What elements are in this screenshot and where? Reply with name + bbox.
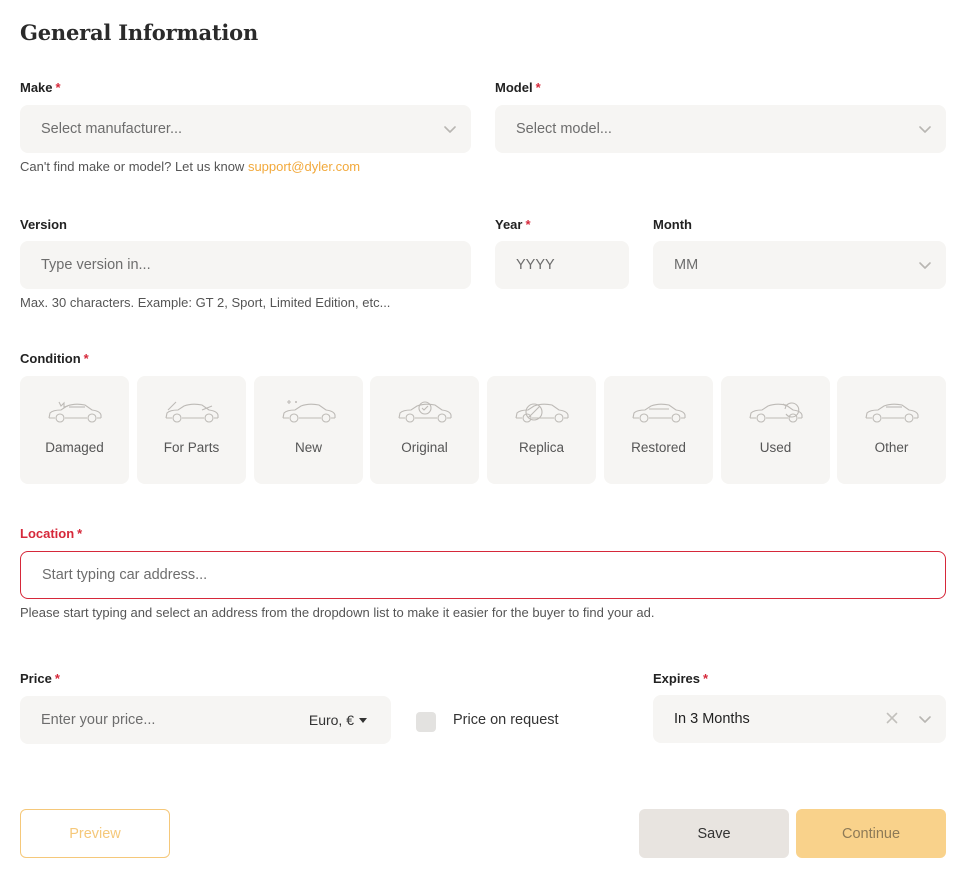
condition-option-label: Restored — [631, 440, 686, 455]
version-placeholder: Type version in... — [41, 257, 151, 273]
year-label: Year * — [495, 217, 531, 232]
condition-option-label: New — [294, 440, 322, 455]
expires-label: Expires * — [653, 671, 709, 686]
chevron-down-icon — [444, 126, 456, 133]
version-label: Version — [20, 217, 67, 232]
condition-option-new[interactable]: New — [254, 376, 363, 484]
car-for-parts-icon — [164, 401, 219, 423]
condition-option-restored[interactable]: Restored — [604, 376, 713, 484]
month-label: Month — [653, 217, 692, 232]
page-title: General Information — [20, 20, 259, 45]
location-label: Location * — [20, 526, 83, 541]
location-input[interactable]: Start typing car address... — [20, 551, 946, 599]
continue-button[interactable]: Continue — [796, 809, 946, 858]
save-button[interactable]: Save — [639, 809, 789, 858]
expires-value: In 3 Months — [674, 711, 750, 727]
model-label: Model * — [495, 80, 541, 95]
currency-select[interactable]: Euro, € — [309, 712, 367, 728]
condition-option-original[interactable]: Original — [370, 376, 479, 484]
car-replica-icon — [514, 403, 569, 423]
make-label: Make * — [20, 80, 61, 95]
make-placeholder: Select manufacturer... — [41, 121, 183, 137]
year-input[interactable]: YYYY — [495, 241, 629, 289]
car-new-icon — [281, 400, 336, 423]
model-placeholder: Select model... — [516, 121, 612, 137]
condition-option-label: Original — [401, 440, 448, 455]
month-select[interactable]: MM — [653, 241, 946, 289]
currency-value: Euro, € — [308, 712, 354, 728]
condition-label: Condition * — [20, 351, 89, 366]
caret-down-icon — [359, 717, 367, 723]
chevron-down-icon — [919, 262, 931, 269]
chevron-down-icon — [919, 126, 931, 133]
car-restored-icon — [631, 403, 686, 423]
expires-select[interactable]: In 3 Months — [653, 695, 946, 743]
condition-option-damaged[interactable]: Damaged — [20, 376, 129, 484]
condition-option-label: Damaged — [45, 440, 104, 455]
clear-icon[interactable] — [886, 712, 898, 724]
condition-option-label: For Parts — [163, 440, 220, 455]
car-used-icon — [748, 402, 803, 423]
chevron-down-icon[interactable] — [918, 712, 932, 726]
version-input[interactable]: Type version in... — [20, 241, 471, 289]
location-placeholder: Start typing car address... — [42, 567, 208, 583]
car-other-icon — [864, 403, 919, 423]
preview-button[interactable]: Preview — [20, 809, 170, 858]
price-input[interactable]: Enter your price... Euro, € — [20, 696, 391, 744]
condition-option-used[interactable]: Used — [721, 376, 830, 484]
condition-option-other[interactable]: Other — [837, 376, 946, 484]
price-label: Price * — [20, 671, 60, 686]
car-damaged-icon — [47, 401, 102, 423]
condition-option-replica[interactable]: Replica — [487, 376, 596, 484]
price-placeholder: Enter your price... — [41, 712, 156, 728]
month-placeholder: MM — [674, 257, 699, 273]
make-select[interactable]: Select manufacturer... — [20, 105, 471, 153]
price-on-request-label[interactable]: Price on request — [453, 712, 559, 728]
car-original-icon — [397, 401, 452, 423]
model-select[interactable]: Select model... — [495, 105, 946, 153]
support-email-link[interactable]: support@dyler.com — [248, 159, 360, 174]
price-on-request-checkbox[interactable] — [416, 712, 436, 732]
make-model-hint: Can't find make or model? Let us know su… — [20, 159, 361, 174]
condition-option-label: Used — [759, 440, 792, 455]
condition-option-label: Other — [874, 440, 909, 455]
version-hint: Max. 30 characters. Example: GT 2, Sport… — [20, 295, 391, 310]
condition-option-label: Replica — [518, 440, 565, 455]
condition-option-for-parts[interactable]: For Parts — [137, 376, 246, 484]
location-hint: Please start typing and select an addres… — [20, 605, 655, 620]
year-placeholder: YYYY — [516, 257, 555, 273]
